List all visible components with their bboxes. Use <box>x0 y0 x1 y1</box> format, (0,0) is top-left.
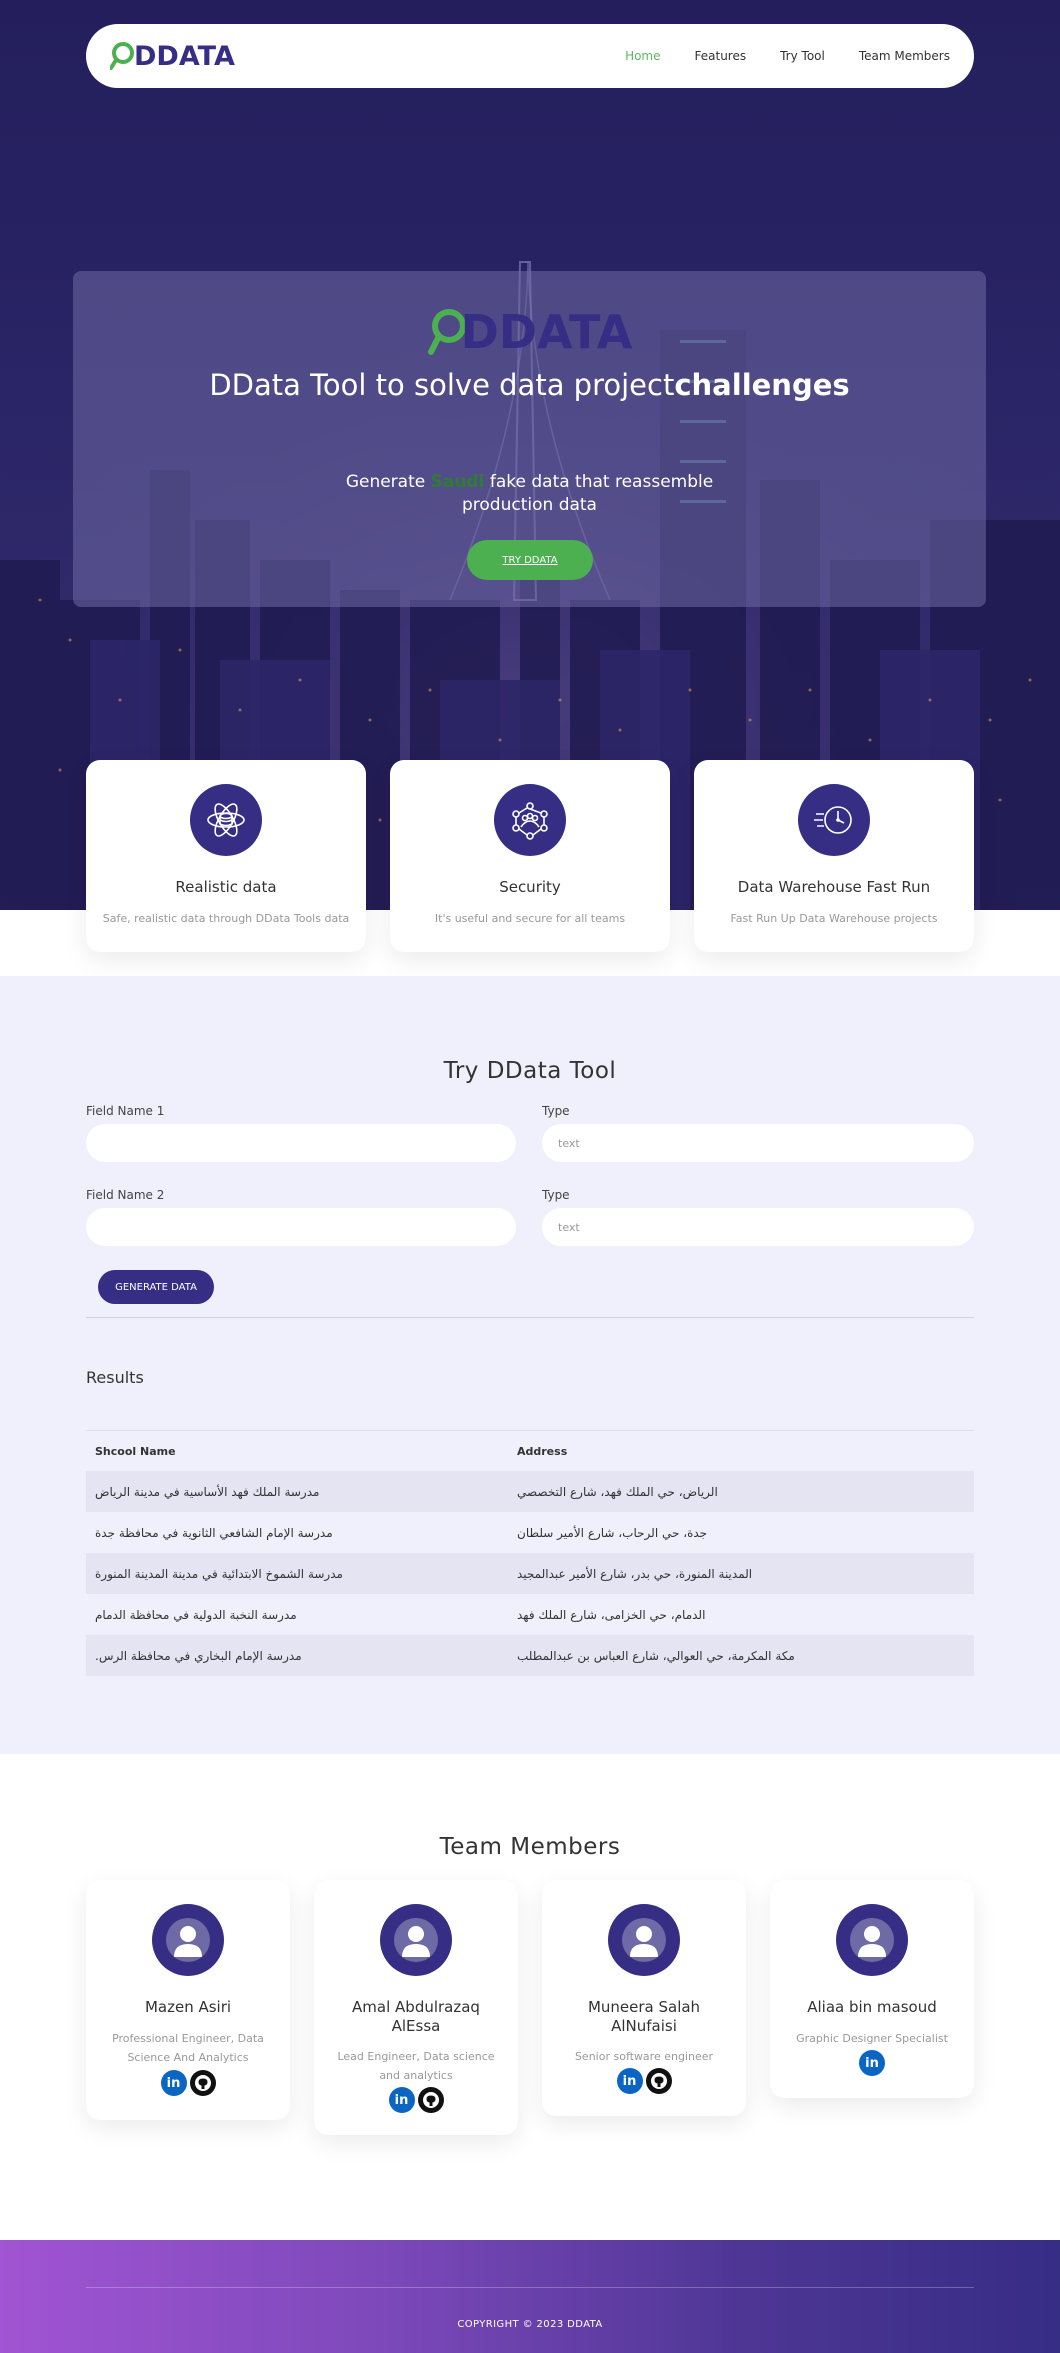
field-name-2-label: Field Name 2 <box>86 1188 165 1202</box>
nav-link-features[interactable]: Features <box>695 49 747 63</box>
field-name-1-label: Field Name 1 <box>86 1104 165 1118</box>
nav-link-team-members[interactable]: Team Members <box>859 49 950 63</box>
nav-link-try-tool[interactable]: Try Tool <box>780 49 825 63</box>
type-1-label: Type <box>542 1104 570 1118</box>
linkedin-icon[interactable]: in <box>160 2070 187 2096</box>
avatar <box>152 1904 224 1976</box>
try-tool-section: Try DData Tool Field Name 1 Type Field N… <box>0 976 1060 1754</box>
member-role: Graphic Designer Specialist <box>796 2032 948 2045</box>
table-cell: مدرسة النخبة الدولية في محافظة الدمام <box>95 1607 297 1622</box>
table-cell: مكة المكرمة، حي العوالي، شارع العباس بن … <box>517 1648 795 1663</box>
column-header: Address <box>517 1444 568 1458</box>
feature-card-data-warehouse: Data Warehouse Fast Run Fast Run Up Data… <box>694 760 974 952</box>
table-cell: جدة، حي الرحاب، شارع الأمير سلطان <box>517 1525 708 1540</box>
member-role: Senior software engineer <box>574 2050 714 2063</box>
copyright-text: COPYRIGHT © 2023 DDATA <box>457 2319 603 2330</box>
member-role: Professional Engineer, Data Science And … <box>112 2032 264 2064</box>
hero-subtitle-highlight: Saudi <box>430 472 485 492</box>
table-cell: مدرسة الإمام الشافعي الثانوية في محافظة … <box>95 1525 333 1540</box>
table-cell: مدرسة الملك فهد الأساسية في مدينة الرياض <box>95 1484 320 1499</box>
table-header-row: Shcool Name Address <box>86 1431 974 1471</box>
navbar: DDATA Home Features Try Tool Team Member… <box>86 24 974 88</box>
linkedin-icon[interactable]: in <box>859 2050 885 2076</box>
table-row: مدرسة الشموخ الابتدائية في مدينة المدينة… <box>86 1553 974 1594</box>
table-row: مدرسة الإمام البخاري في محافظة الرس. مكة… <box>86 1635 974 1676</box>
social-links: in <box>86 2070 290 2096</box>
github-icon[interactable] <box>189 2070 216 2096</box>
nav-link-home[interactable]: Home <box>625 49 660 63</box>
table-cell: الدمام، حي الخزامى، شارع الملك فهد <box>517 1607 706 1622</box>
team-member-card: Amal Abdulrazaq AlEssa Lead Engineer, Da… <box>314 1880 518 2135</box>
avatar <box>836 1904 908 1976</box>
hero-subtitle: Generate Saudi fake data that reassemble… <box>73 471 986 517</box>
feature-title: Realistic data <box>175 878 277 896</box>
team-member-card: Muneera Salah AlNufaisi Senior software … <box>542 1880 746 2116</box>
footer-divider <box>86 2287 974 2288</box>
network-people-icon <box>494 784 566 856</box>
social-links: in <box>314 2087 518 2113</box>
fast-clock-icon <box>798 784 870 856</box>
avatar <box>380 1904 452 1976</box>
hero-title-plain: DData Tool to solve data project <box>209 368 675 402</box>
hero-logo-text: DDATA <box>460 305 633 359</box>
linkedin-icon[interactable]: in <box>388 2087 415 2113</box>
type-2-label: Type <box>542 1188 570 1202</box>
avatar <box>608 1904 680 1976</box>
feature-desc: It's useful and secure for all teams <box>434 912 626 925</box>
member-name: Amal Abdulrazaq AlEssa <box>352 1998 480 2035</box>
hero-title-bold: challenges <box>674 368 850 402</box>
logo[interactable]: DDATA <box>110 41 235 72</box>
feature-title: Data Warehouse Fast Run <box>737 878 931 896</box>
feature-title: Security <box>499 878 561 896</box>
results-table: Shcool Name Address مدرسة الملك فهد الأس… <box>86 1430 974 1676</box>
linkedin-icon[interactable]: in <box>616 2068 643 2094</box>
social-links: in <box>542 2068 746 2094</box>
social-links: in <box>770 2050 974 2076</box>
hero-title: DData Tool to solve data projectchalleng… <box>73 363 986 407</box>
hero-box: DDATA DData Tool to solve data projectch… <box>73 271 986 607</box>
table-cell: مدرسة الإمام البخاري في محافظة الرس. <box>95 1648 302 1663</box>
field-name-2-input[interactable] <box>86 1208 516 1246</box>
member-name: Muneera Salah AlNufaisi <box>587 1998 701 2035</box>
divider <box>86 1317 974 1318</box>
feature-card-realistic-data: Realistic data Safe, realistic data thro… <box>86 760 366 952</box>
hero-subtitle-before: Generate <box>345 472 431 492</box>
type-1-input[interactable] <box>542 1124 974 1162</box>
table-cell: المدينة المنورة، حي بدر، شارع الأمير عبد… <box>517 1566 753 1581</box>
feature-desc: Safe, realistic data through DData Tools… <box>102 912 350 925</box>
table-row: مدرسة الإمام الشافعي الثانوية في محافظة … <box>86 1512 974 1553</box>
nav-links: Home Features Try Tool Team Members <box>625 49 950 63</box>
table-cell: مدرسة الشموخ الابتدائية في مدينة المدينة… <box>95 1566 343 1581</box>
table-row: مدرسة النخبة الدولية في محافظة الدمام ال… <box>86 1594 974 1635</box>
hero-subtitle-after: fake data that reassemble production dat… <box>462 472 714 515</box>
github-icon[interactable] <box>417 2087 444 2113</box>
results-title: Results <box>86 1368 144 1387</box>
field-name-1-input[interactable] <box>86 1124 516 1162</box>
try-tool-title: Try DData Tool <box>443 1058 617 1084</box>
member-name: Aliaa bin masoud <box>807 1998 937 2016</box>
feature-card-security: Security It's useful and secure for all … <box>390 760 670 952</box>
team-members-title: Team Members <box>439 1834 621 1860</box>
footer: COPYRIGHT © 2023 DDATA <box>0 2240 1060 2353</box>
atom-database-icon <box>190 784 262 856</box>
generate-data-button[interactable]: GENERATE DATA <box>98 1270 214 1304</box>
feature-desc: Fast Run Up Data Warehouse projects <box>730 912 938 925</box>
logo-text: DDATA <box>134 40 235 72</box>
column-header: Shcool Name <box>95 1444 176 1458</box>
magnifier-logo-icon <box>110 42 134 70</box>
table-row: مدرسة الملك فهد الأساسية في مدينة الرياض… <box>86 1471 974 1512</box>
github-icon[interactable] <box>645 2068 672 2094</box>
hero-logo: DDATA <box>73 305 986 359</box>
team-member-card: Aliaa bin masoud Graphic Designer Specia… <box>770 1880 974 2098</box>
type-2-input[interactable] <box>542 1208 974 1246</box>
member-name: Mazen Asiri <box>144 1998 232 2016</box>
member-role: Lead Engineer, Data science and analytic… <box>337 2050 495 2082</box>
try-ddata-button[interactable]: TRY DDATA <box>467 540 593 580</box>
team-member-card: Mazen Asiri Professional Engineer, Data … <box>86 1880 290 2120</box>
table-cell: الرياض، حي الملك فهد، شارع التخصصي <box>517 1484 718 1499</box>
